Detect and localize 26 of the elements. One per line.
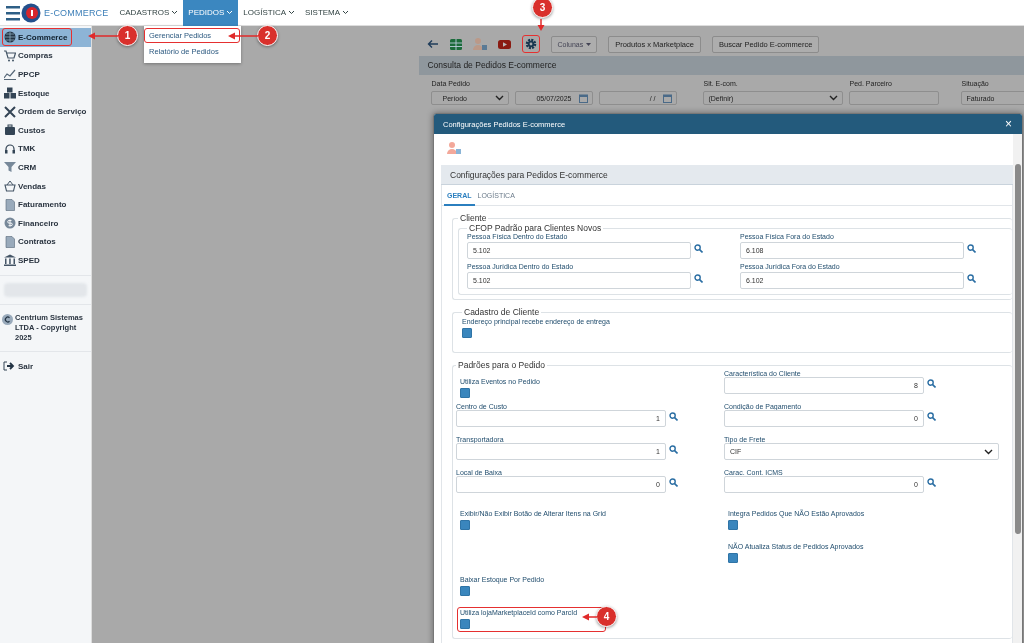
panel-header: Consulta de Pedidos E-commerce — [419, 56, 1024, 75]
sidebar-item[interactable]: Estoque — [0, 83, 92, 103]
sidebar-item[interactable]: Financeiro — [0, 213, 92, 233]
section-header: Configurações para Pedidos E-commerce — [441, 165, 1013, 185]
group-legend: Padrões para o Pedido — [456, 360, 547, 370]
menu-item[interactable]: SISTEMA — [300, 0, 355, 26]
sidebar-item[interactable]: PPCP — [0, 65, 92, 84]
group-legend: Cadastro de Cliente — [462, 307, 542, 317]
group-legend: Cliente — [458, 213, 489, 223]
close-button[interactable]: × — [1005, 117, 1012, 131]
sidebar-item[interactable]: TMK — [0, 139, 92, 159]
group-legend: CFOP Padrão para Clientes Novos — [467, 223, 604, 233]
menu-item[interactable]: CADASTROS — [114, 0, 184, 26]
logout-button[interactable]: Sair — [0, 357, 92, 376]
sidebar-item[interactable]: E-Commerce — [0, 28, 92, 47]
menu-item[interactable]: LOGÍSTICA — [238, 0, 300, 26]
sidebar-item[interactable]: Compras — [0, 46, 92, 66]
sidebar-item[interactable]: Contratos — [0, 232, 92, 252]
menu-item[interactable]: PEDIDOS — [183, 0, 239, 26]
sidebar-item[interactable]: Custos — [0, 120, 92, 140]
sidebar-item[interactable]: CRM — [0, 158, 92, 177]
sidebar-item[interactable]: Vendas — [0, 176, 92, 196]
sidebar-item[interactable]: Faturamento — [0, 195, 92, 214]
sidebar-item[interactable]: Ordem de Serviço — [0, 102, 92, 121]
app-title: E-COMMERCE — [44, 7, 109, 18]
sidebar-item[interactable]: SPED — [0, 251, 92, 270]
